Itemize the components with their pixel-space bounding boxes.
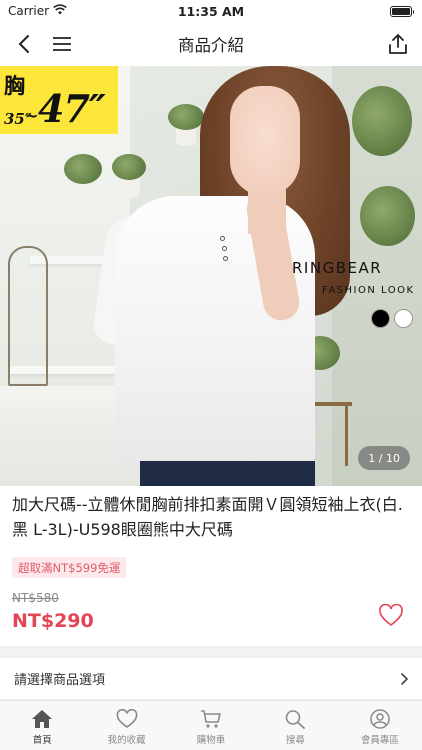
cart-icon: [201, 710, 221, 728]
size-from: 35″: [4, 110, 32, 128]
tab-member-label: 會員專區: [360, 735, 399, 746]
share-icon: [389, 34, 407, 54]
plant-leaves: [64, 154, 102, 184]
section-divider: [0, 646, 422, 658]
product-title: 加大尺碼--立體休閒胸前排扣素面開Ｖ圓領短袖上衣(白.黑 L-3L)-U598眼…: [12, 495, 403, 539]
shirt-button: [220, 236, 225, 241]
tab-cart-label: 購物車: [196, 735, 226, 746]
status-bar: Carrier 11:35 AM: [0, 0, 422, 22]
tab-home-label: 首頁: [32, 735, 52, 746]
current-price: NT$290: [12, 610, 94, 632]
tab-favorites-label: 我的收藏: [107, 735, 146, 746]
plant-leaves: [360, 186, 415, 246]
heart-icon: [116, 709, 137, 728]
tab-member[interactable]: 會員專區: [338, 701, 422, 750]
chevron-right-icon: [401, 672, 408, 685]
background-lantern: [8, 246, 48, 386]
stool-leg: [345, 406, 348, 466]
share-button[interactable]: [386, 32, 410, 56]
home-icon: [32, 710, 53, 728]
color-swatch-black: [371, 309, 390, 328]
brand-tagline: FASHION LOOK: [322, 285, 415, 296]
tab-search[interactable]: 搜尋: [253, 701, 337, 750]
plant-leaves: [168, 104, 204, 130]
model-jeans: [140, 461, 315, 486]
size-banner: 胸 ~ 35″ 47″: [0, 66, 118, 134]
shirt-button: [222, 246, 227, 251]
search-icon: [286, 710, 306, 729]
brand-watermark: RINGBEAR FASHION LOOK: [292, 259, 420, 296]
brand-logo: RINGBEAR: [292, 259, 383, 277]
status-left: Carrier: [8, 4, 67, 18]
promo-badge: 超取滿NT$599免運: [12, 557, 127, 578]
plant-leaves: [352, 86, 412, 156]
carrier-label: Carrier: [8, 4, 50, 18]
nav-left-group: [12, 32, 74, 56]
shirt-button: [223, 256, 228, 261]
wifi-icon: [53, 4, 67, 18]
tab-favorites[interactable]: 我的收藏: [84, 701, 168, 750]
chevron-left-icon: [18, 35, 29, 53]
tab-home[interactable]: 首頁: [0, 701, 84, 750]
select-options-label: 請選擇商品選項: [14, 673, 106, 688]
hamburger-icon: [53, 37, 71, 51]
color-swatch-white: [394, 309, 413, 328]
original-price: NT$580: [12, 591, 59, 605]
favorite-button[interactable]: [378, 603, 404, 630]
size-chest-label: 胸: [4, 73, 25, 98]
size-to: 47″: [38, 86, 106, 131]
tab-bar: 首頁 我的收藏 購物車 搜尋 會員專區: [0, 700, 422, 750]
plant-leaves: [112, 154, 146, 180]
navigation-bar: 商品介紹: [0, 22, 422, 66]
user-icon: [370, 709, 390, 729]
color-swatches: [371, 309, 413, 328]
back-button[interactable]: [12, 32, 36, 56]
image-page-indicator: 1 / 10: [358, 446, 410, 470]
battery-icon: [390, 5, 414, 17]
model-face: [230, 86, 300, 196]
tab-cart[interactable]: 購物車: [169, 701, 253, 750]
product-image-carousel[interactable]: 胸 ~ 35″ 47″ RINGBEAR FASHION LOOK 1 / 10: [0, 66, 422, 486]
select-options-row[interactable]: 請選擇商品選項: [0, 658, 422, 700]
tab-search-label: 搜尋: [285, 735, 305, 746]
heart-icon: [379, 603, 403, 627]
menu-button[interactable]: [50, 32, 74, 56]
